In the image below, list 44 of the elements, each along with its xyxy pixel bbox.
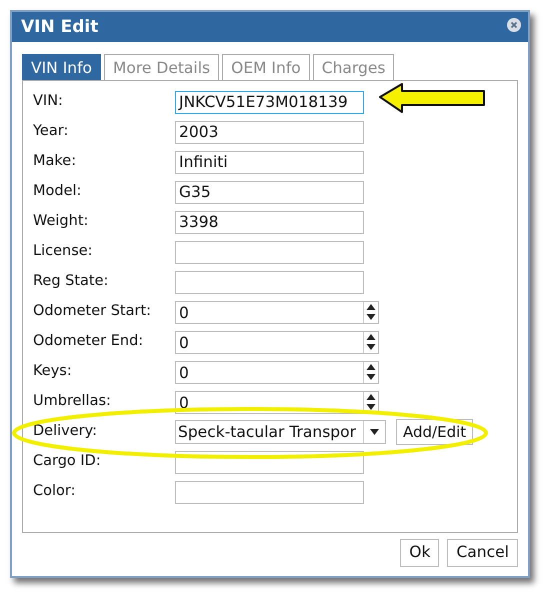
- spin-down-icon[interactable]: [364, 342, 378, 352]
- tab[interactable]: VIN Info: [22, 54, 102, 80]
- spin-up-icon[interactable]: [364, 302, 378, 312]
- number-field[interactable]: 0: [175, 360, 379, 384]
- spin-up-icon[interactable]: [364, 332, 378, 342]
- cancel-button[interactable]: Cancel: [447, 539, 518, 567]
- window-title: VIN Edit: [21, 16, 98, 39]
- spin-up-icon[interactable]: [364, 392, 378, 402]
- spin-up-icon[interactable]: [364, 362, 378, 372]
- tab[interactable]: OEM Info: [222, 54, 310, 80]
- number-field[interactable]: 0: [175, 330, 379, 354]
- field-label: VIN:: [33, 94, 64, 110]
- close-icon[interactable]: [507, 18, 521, 32]
- spin-down-icon[interactable]: [364, 372, 378, 382]
- field-label: Keys:: [33, 364, 73, 380]
- input-field[interactable]: [175, 480, 364, 504]
- input-field[interactable]: G35: [175, 180, 364, 204]
- field-label: Cargo ID:: [33, 454, 102, 470]
- field-label: Odometer Start:: [33, 304, 152, 320]
- spin-down-icon[interactable]: [364, 312, 378, 322]
- field-label: License:: [33, 244, 94, 260]
- input-field[interactable]: JNKCV51E73M018139: [175, 90, 364, 114]
- input-field[interactable]: 3398: [175, 210, 364, 234]
- dropdown-caret-icon: [370, 429, 379, 435]
- input-field[interactable]: [175, 270, 364, 294]
- field-label: Model:: [33, 184, 82, 200]
- tab[interactable]: Charges: [312, 54, 394, 80]
- number-field[interactable]: 0: [175, 300, 379, 324]
- input-field[interactable]: Infiniti: [175, 150, 364, 174]
- field-label: Weight:: [33, 214, 90, 230]
- input-field[interactable]: 2003: [175, 120, 364, 144]
- ok-button[interactable]: Ok: [400, 539, 440, 567]
- field-label: Delivery:: [33, 424, 98, 440]
- spin-down-icon[interactable]: [364, 402, 378, 412]
- field-label: Odometer End:: [33, 334, 144, 350]
- field-label: Reg State:: [33, 274, 110, 290]
- dropdown[interactable]: Speck-tacular Transpor: [175, 420, 386, 444]
- field-label: Make:: [33, 154, 78, 170]
- field-label: Umbrellas:: [33, 394, 112, 410]
- input-field[interactable]: [175, 240, 364, 264]
- field-label: Color:: [33, 484, 76, 500]
- field-label: Year:: [33, 124, 70, 140]
- tab[interactable]: More Details: [104, 54, 220, 80]
- add-edit-button[interactable]: Add/Edit: [396, 419, 474, 445]
